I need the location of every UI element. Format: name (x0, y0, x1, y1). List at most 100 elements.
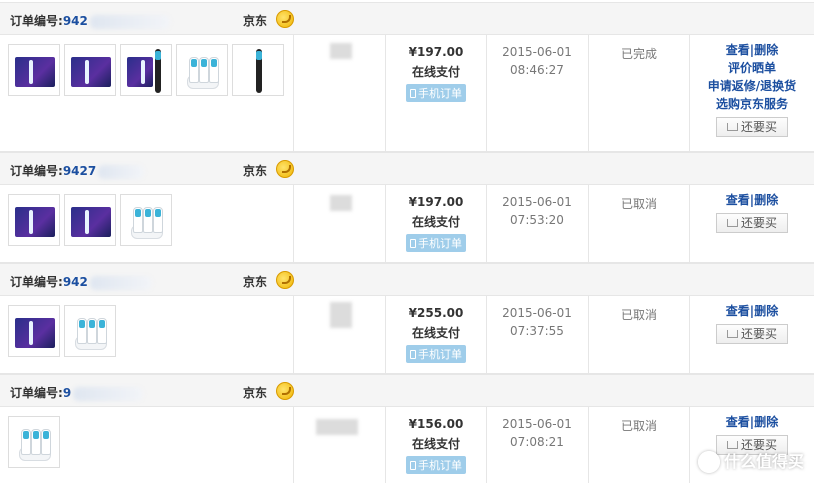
product-thumb[interactable] (8, 194, 60, 246)
order-date: 2015-06-01 (502, 417, 572, 431)
order-datetime: 2015-06-01 07:37:55 (487, 296, 587, 338)
order-datetime: 2015-06-01 07:08:21 (487, 407, 587, 449)
order-actions: 查看|删除 评价晒单 申请返修/退换货 选购京东服务 还要买 (690, 35, 814, 137)
payment-method: 在线支付 (411, 215, 460, 229)
payment-method: 在线支付 (411, 65, 460, 79)
order-price: ¥197.00 (408, 195, 464, 209)
order-header: 订单编号:942 京东 (0, 263, 814, 296)
delete-link[interactable]: 删除 (754, 193, 778, 207)
product-thumb[interactable] (8, 44, 60, 96)
return-exchange-link[interactable]: 申请返修/退换货 (690, 77, 814, 95)
rebuy-button[interactable]: 还要买 (716, 117, 788, 137)
order-label-text: 订单编号: (10, 386, 63, 400)
product-thumb[interactable] (120, 194, 172, 246)
cart-icon (726, 123, 738, 131)
order-number-link[interactable]: 9 (63, 386, 71, 400)
mobile-order-tag: 手机订单 (406, 234, 466, 252)
delete-link[interactable]: 删除 (754, 43, 778, 57)
order-label-text: 订单编号: (10, 275, 63, 289)
view-link[interactable]: 查看 (726, 304, 750, 318)
product-thumb[interactable] (8, 305, 60, 357)
delete-link[interactable]: 删除 (754, 304, 778, 318)
product-thumb[interactable] (232, 44, 284, 96)
watermark: 什么值得买 (697, 448, 804, 473)
product-thumb[interactable] (64, 44, 116, 96)
order-header: 订单编号:942 京东 (0, 2, 814, 35)
order-body: ¥197.00 在线支付 手机订单 2015-06-01 08:46:27 已完… (0, 35, 814, 152)
shop-name[interactable]: 京东 (243, 273, 267, 290)
order-label-text: 订单编号: (10, 14, 63, 28)
order-status: 已取消 (589, 407, 689, 434)
order-number-label: 订单编号:9427 (10, 162, 145, 179)
status-text: 已取消 (620, 308, 657, 322)
order-actions: 查看|删除 还要买 (690, 185, 814, 233)
phone-icon (410, 89, 416, 98)
watermark-text: 什么值得买 (723, 451, 804, 471)
product-thumb[interactable] (120, 44, 172, 96)
view-link[interactable]: 查看 (726, 193, 750, 207)
shop-name[interactable]: 京东 (243, 384, 267, 401)
order-number-label: 订单编号:942 (10, 12, 170, 29)
order-date: 2015-06-01 (502, 306, 572, 320)
order-number-link[interactable]: 9427 (63, 164, 96, 178)
review-link[interactable]: 评价晒单 (690, 59, 814, 77)
order-time: 07:08:21 (510, 435, 564, 449)
order-date: 2015-06-01 (502, 195, 572, 209)
order-time: 08:46:27 (510, 63, 564, 77)
price-column: ¥197.00 在线支付 手机订单 (386, 35, 486, 102)
order-actions: 查看|删除 还要买 (690, 296, 814, 344)
shop-chat-icon[interactable] (276, 160, 294, 178)
redacted-order-number (89, 275, 152, 290)
order-number-label: 订单编号:942 (10, 273, 152, 290)
order-time: 07:53:20 (510, 213, 564, 227)
redacted-recipient (330, 195, 352, 211)
status-text: 已取消 (620, 419, 657, 433)
redacted-recipient (330, 43, 352, 59)
shop-name[interactable]: 京东 (243, 162, 267, 179)
status-text: 已完成 (620, 47, 657, 61)
product-thumb[interactable] (176, 44, 228, 96)
delete-link[interactable]: 删除 (754, 415, 778, 429)
redacted-recipient (316, 419, 358, 435)
order-datetime: 2015-06-01 08:46:27 (487, 35, 587, 77)
order-price: ¥255.00 (408, 306, 464, 320)
order-body: ¥197.00 在线支付 手机订单 2015-06-01 07:53:20 已取… (0, 185, 814, 263)
order-date: 2015-06-01 (502, 45, 572, 59)
redacted-order-number (98, 164, 145, 179)
product-thumb[interactable] (64, 305, 116, 357)
phone-icon (410, 350, 416, 359)
payment-method: 在线支付 (411, 437, 460, 451)
rebuy-button[interactable]: 还要买 (716, 213, 788, 233)
product-thumb[interactable] (64, 194, 116, 246)
watermark-logo-icon (697, 451, 720, 473)
shop-chat-icon[interactable] (276, 271, 294, 289)
order-header: 订单编号:9427 京东 (0, 152, 814, 185)
rebuy-button[interactable]: 还要买 (716, 324, 788, 344)
order-label-text: 订单编号: (10, 164, 63, 178)
status-text: 已取消 (620, 197, 657, 211)
order-datetime: 2015-06-01 07:53:20 (487, 185, 587, 227)
shop-chat-icon[interactable] (276, 382, 294, 400)
order-price: ¥197.00 (408, 45, 464, 59)
order-number-label: 订单编号:9 (10, 384, 144, 401)
shop-name[interactable]: 京东 (243, 12, 267, 29)
product-thumb[interactable] (8, 416, 60, 468)
order-number-link[interactable]: 942 (63, 14, 88, 28)
order-header: 订单编号:9 京东 (0, 374, 814, 407)
mobile-order-tag: 手机订单 (406, 345, 466, 363)
redacted-order-number (89, 14, 170, 29)
service-link[interactable]: 选购京东服务 (690, 95, 814, 113)
order-number-link[interactable]: 942 (63, 275, 88, 289)
price-column: ¥197.00 在线支付 手机订单 (386, 185, 486, 252)
phone-icon (410, 239, 416, 248)
order-status: 已取消 (589, 296, 689, 323)
mobile-order-tag: 手机订单 (406, 84, 466, 102)
phone-icon (410, 461, 416, 470)
mobile-order-tag: 手机订单 (406, 456, 466, 474)
view-link[interactable]: 查看 (726, 415, 750, 429)
cart-icon (726, 219, 738, 227)
order-time: 07:37:55 (510, 324, 564, 338)
redacted-order-number (73, 386, 144, 401)
view-link[interactable]: 查看 (726, 43, 750, 57)
shop-chat-icon[interactable] (276, 10, 294, 28)
